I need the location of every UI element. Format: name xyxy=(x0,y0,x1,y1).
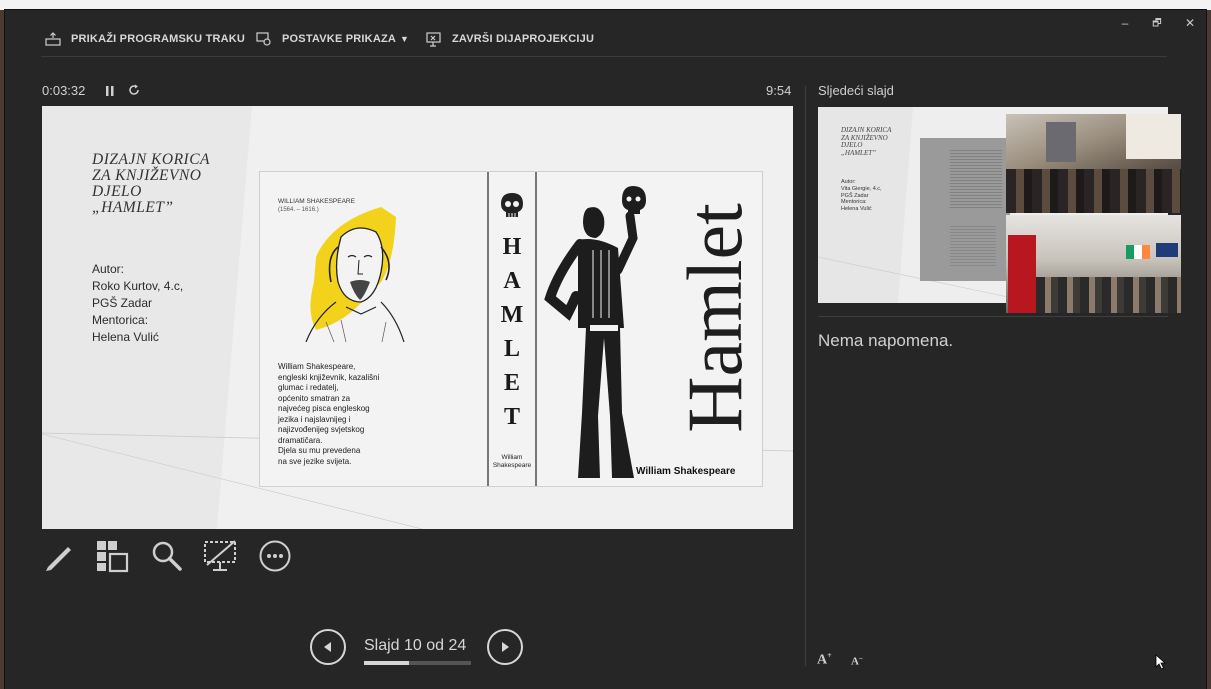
current-slide: DIZAJN KORICA ZA KNJIŽEVNO DJELO „HAMLET… xyxy=(42,106,793,529)
next-slide-title: DIZAJN KORICA ZA KNJIŽEVNO DJELO „HAMLET… xyxy=(841,126,892,157)
next-slide-document-image xyxy=(920,138,1010,281)
end-slideshow-label: ZAVRŠI DIJAPROJEKCIJU xyxy=(452,33,595,45)
restart-timer-button[interactable] xyxy=(127,83,141,97)
flag-shape xyxy=(1156,243,1178,257)
spine-letter: M xyxy=(500,302,524,328)
skull-icon xyxy=(501,193,523,217)
end-slideshow-button[interactable]: ZAVRŠI DIJAPROJEKCIJU xyxy=(426,31,594,47)
pause-icon xyxy=(106,86,114,96)
see-all-slides-icon[interactable] xyxy=(95,539,129,573)
display-settings-icon xyxy=(256,32,271,46)
video-feed-classroom-2 xyxy=(1006,215,1181,313)
students-row xyxy=(1006,169,1181,213)
black-screen-icon[interactable] xyxy=(203,539,239,575)
show-ribbon-button[interactable]: PRIKAŽI PROGRAMSKU TRAKU xyxy=(45,31,245,47)
spine-title: H A M L E T xyxy=(489,234,535,438)
slide-title: DIZAJN KORICA ZA KNJIŽEVNO DJELO „HAMLET… xyxy=(92,151,211,216)
mouse-cursor-icon xyxy=(1155,654,1167,670)
spine-right-edge xyxy=(535,172,537,486)
flag-shape xyxy=(1126,245,1150,259)
minimize-button[interactable]: – xyxy=(1117,16,1133,30)
more-options-icon[interactable] xyxy=(258,539,292,573)
video-feed-classroom-1 xyxy=(1006,114,1181,213)
ribbon-icon xyxy=(45,32,61,46)
display-settings-button[interactable]: POSTAVKE PRIKAZA ▼ xyxy=(256,31,409,47)
right-background-strip xyxy=(1206,10,1211,689)
restart-icon xyxy=(129,84,139,95)
slide-counter: Slajd 10 od 24 xyxy=(364,637,467,654)
restore-button[interactable]: 🗗 xyxy=(1149,16,1165,33)
pane-divider xyxy=(805,86,806,666)
front-title-container: Hamlet xyxy=(671,178,758,458)
display-settings-label: POSTAVKE PRIKAZA xyxy=(282,33,397,45)
next-slide-author: Autor: Vita Giergie, 4.c, PGŠ Zadar Ment… xyxy=(841,179,882,213)
zoom-icon[interactable] xyxy=(150,539,184,573)
previous-arrow-icon xyxy=(324,642,331,652)
spine-letter: L xyxy=(503,336,520,362)
slide-progress-track xyxy=(364,661,471,665)
document-text-lines xyxy=(950,150,1002,210)
window-top-frame xyxy=(0,0,1211,10)
increase-font-icon[interactable]: A+ xyxy=(817,651,832,669)
pen-icon[interactable] xyxy=(42,539,76,573)
speaker-notes: Nema napomena. xyxy=(818,331,954,350)
toolbar-divider xyxy=(41,56,1167,57)
presenter-view-window: PRIKAŽI PROGRAMSKU TRAKU POSTAVKE PRIKAZ… xyxy=(5,10,1206,689)
dropdown-caret-icon: ▼ xyxy=(400,34,410,44)
front-cover-author: William Shakespeare xyxy=(636,466,736,477)
next-arrow-icon xyxy=(502,642,509,652)
spine-letter: A xyxy=(503,268,521,294)
window-shape xyxy=(1046,122,1076,162)
spine-letter: E xyxy=(503,370,520,396)
cover-biography: William Shakespeare, engleski književnik… xyxy=(278,362,380,466)
next-slide-button[interactable] xyxy=(487,629,523,665)
hamlet-figure-illustration xyxy=(544,186,646,478)
notes-divider xyxy=(818,316,1168,317)
shakespeare-portrait xyxy=(305,207,405,342)
slide-author-block: Autor: Roko Kurtov, 4.c, PGŠ Zadar Mento… xyxy=(92,262,184,344)
slide-progress-fill xyxy=(364,661,409,665)
book-spine: H A M L E T William Shakespeare xyxy=(489,172,535,486)
elapsed-timer: 0:03:32 xyxy=(42,83,86,98)
end-slideshow-icon xyxy=(426,32,441,47)
students-row xyxy=(1036,277,1181,313)
window-light xyxy=(1126,114,1181,159)
spine-letter: H xyxy=(502,234,522,260)
spine-author: William Shakespeare xyxy=(492,454,532,469)
decrease-font-icon[interactable]: A– xyxy=(851,654,862,668)
red-booth-shape xyxy=(1008,235,1036,313)
front-cover-title: Hamlet xyxy=(671,203,758,433)
next-slide-heading: Sljedeći slajd xyxy=(818,83,894,98)
close-button[interactable]: ✕ xyxy=(1182,16,1198,30)
document-text-lines xyxy=(950,226,996,266)
book-cover: WILLIAM SHAKESPEARE (1564. – 1616.) Will… xyxy=(259,171,763,487)
previous-slide-button[interactable] xyxy=(310,629,346,665)
show-ribbon-label: PRIKAŽI PROGRAMSKU TRAKU xyxy=(71,33,246,45)
clock-time: 9:54 xyxy=(766,83,792,98)
spine-letter: T xyxy=(503,404,520,430)
pause-timer-button[interactable] xyxy=(103,84,117,98)
